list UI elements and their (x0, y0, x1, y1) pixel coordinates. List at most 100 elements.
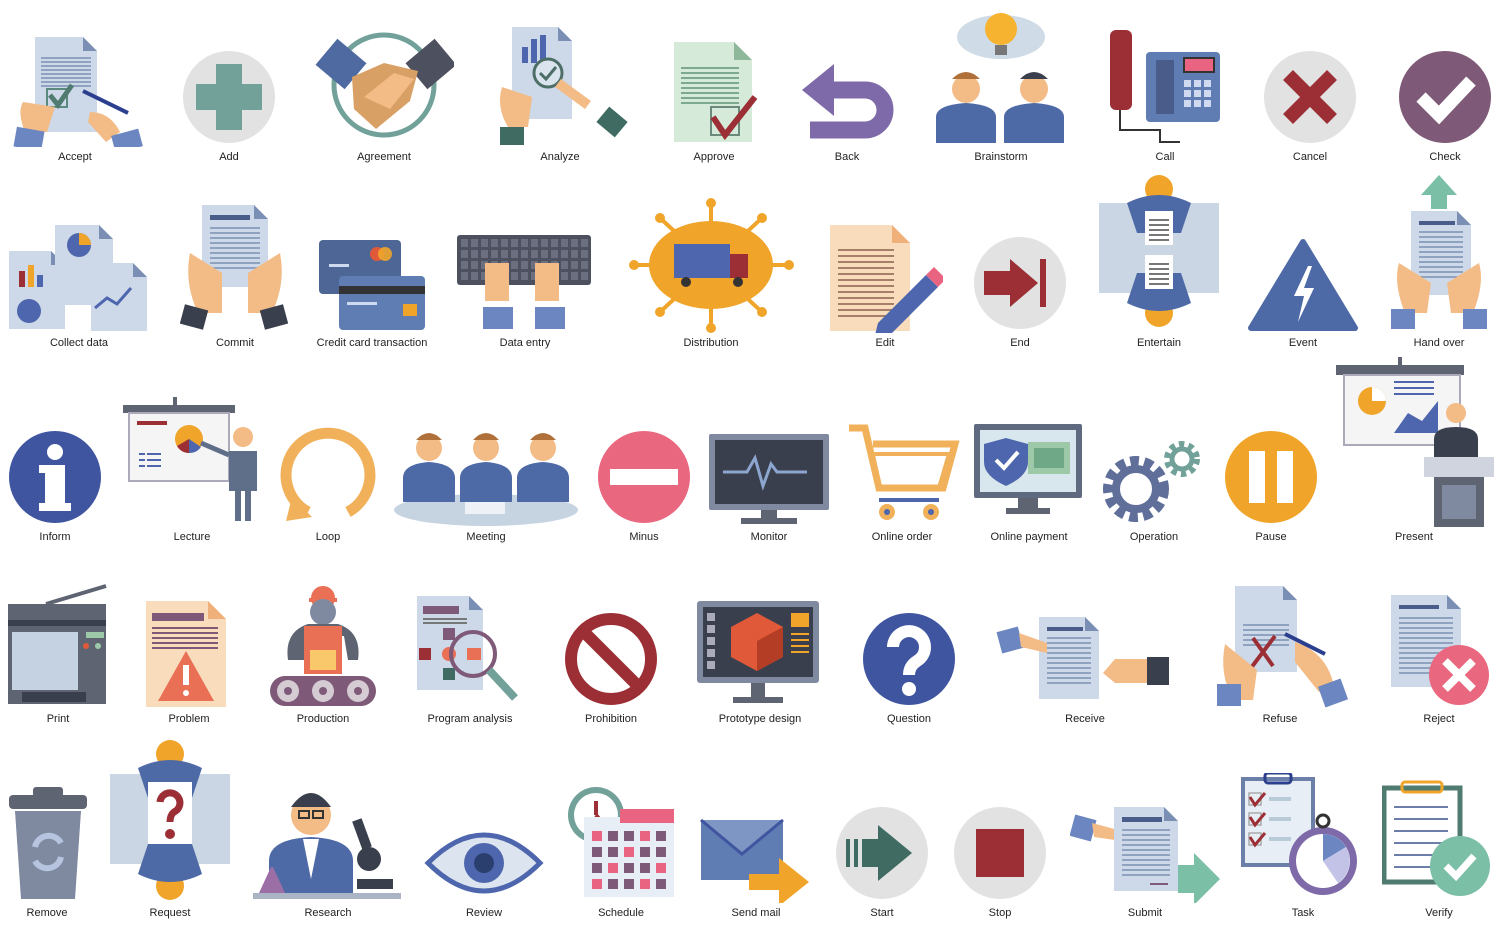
icon-label: Start (870, 907, 894, 919)
icon-label: Prohibition (585, 713, 637, 725)
end-icon (970, 233, 1070, 338)
icon-label: Reject (1423, 713, 1455, 725)
problem-icon (144, 599, 234, 714)
distribution-icon (624, 198, 799, 338)
minus-icon (594, 427, 694, 532)
icon-label: Inform (39, 531, 71, 543)
icon-label: Check (1429, 151, 1461, 163)
review-icon (424, 823, 544, 908)
icon-label: Program analysis (427, 713, 513, 725)
schedule-icon (564, 783, 679, 908)
monitor-icon (707, 432, 832, 532)
icon-label: Call (1155, 151, 1175, 163)
send-mail-icon (699, 818, 814, 908)
research-icon (253, 783, 403, 908)
start-icon (832, 803, 932, 908)
icon-label: Minus (629, 531, 659, 543)
icon-label: Entertain (1136, 337, 1182, 349)
request-icon (108, 738, 233, 908)
icon-label: Task (1291, 907, 1315, 919)
icon-label: Commit (216, 337, 254, 349)
icon-label: Production (296, 713, 350, 725)
icon-label: Loop (315, 531, 341, 543)
icon-label: Lecture (173, 531, 211, 543)
brainstorm-icon (931, 7, 1071, 152)
credit-card-icon (317, 238, 427, 338)
back-icon (800, 62, 895, 152)
stop-icon (950, 803, 1050, 908)
cancel-icon (1260, 47, 1360, 152)
refuse-icon (1213, 584, 1348, 714)
agreement-icon (314, 27, 457, 152)
receive-icon (995, 609, 1175, 714)
icon-label: Edit (875, 337, 895, 349)
pause-icon (1221, 427, 1321, 532)
icon-label: Approve (693, 151, 735, 163)
icon-label: Receive (1065, 713, 1105, 725)
icon-label: Prototype design (718, 713, 802, 725)
icon-label: Event (1288, 337, 1318, 349)
icon-label: Hand over (1413, 337, 1465, 349)
collect-data-icon (7, 223, 152, 338)
lecture-icon (117, 397, 267, 532)
icon-label: Problem (168, 713, 210, 725)
icon-label: Research (304, 907, 352, 919)
icon-label: Cancel (1292, 151, 1328, 163)
accept-icon (5, 17, 145, 154)
icon-label: Verify (1425, 907, 1453, 919)
online-payment-icon (972, 422, 1087, 532)
prototype-design-icon (695, 599, 825, 714)
icon-label: Pause (1255, 531, 1287, 543)
call-icon (1108, 22, 1223, 152)
icon-label: End (1010, 337, 1030, 349)
prohibition-icon (561, 609, 661, 714)
icon-label: Remove (26, 907, 68, 919)
icon-label: Online order (871, 531, 933, 543)
data-entry-icon (455, 233, 595, 338)
production-icon (268, 584, 378, 714)
remove-icon (5, 783, 90, 908)
add-icon (179, 47, 279, 152)
operation-icon (1102, 437, 1207, 532)
question-icon (859, 609, 959, 714)
icon-label: Brainstorm (974, 151, 1028, 163)
icon-label: Operation (1129, 531, 1179, 543)
verify-icon (1381, 778, 1497, 908)
icon-label: Monitor (750, 531, 788, 543)
meeting-icon (389, 422, 584, 532)
check-icon (1395, 47, 1495, 152)
icon-label: Request (149, 907, 191, 919)
event-icon (1248, 238, 1358, 338)
icon-label: Accept (58, 151, 92, 163)
icon-label: Stop (988, 907, 1012, 919)
icon-label: Present (1395, 531, 1433, 543)
reject-icon (1389, 589, 1489, 714)
icon-label: Submit (1127, 907, 1163, 919)
icon-label: Review (465, 907, 503, 919)
icon-label: Credit card transaction (316, 337, 428, 349)
icon-label: Refuse (1262, 713, 1298, 725)
icon-label: Meeting (466, 531, 506, 543)
present-icon (1334, 357, 1494, 532)
commit-icon (179, 203, 290, 338)
online-order-icon (845, 422, 960, 532)
hand-over-icon (1389, 173, 1489, 338)
icon-label: Send mail (731, 907, 781, 919)
approve-icon (669, 37, 759, 152)
icon-label: Distribution (683, 337, 739, 349)
icon-label: Print (46, 713, 70, 725)
print-icon (6, 584, 111, 714)
icon-label: Data entry (499, 337, 551, 349)
task-icon (1240, 771, 1366, 908)
icon-label: Agreement (357, 151, 411, 163)
program-analysis-icon (413, 594, 528, 714)
submit-icon (1069, 803, 1220, 908)
icon-label: Online payment (990, 531, 1068, 543)
edit-icon (828, 223, 946, 339)
analyze-icon (490, 17, 630, 152)
icon-label: Add (219, 151, 239, 163)
entertain-icon (1097, 173, 1222, 338)
icon-label: Collect data (49, 337, 109, 349)
inform-icon (5, 427, 105, 532)
icon-label: Back (834, 151, 860, 163)
